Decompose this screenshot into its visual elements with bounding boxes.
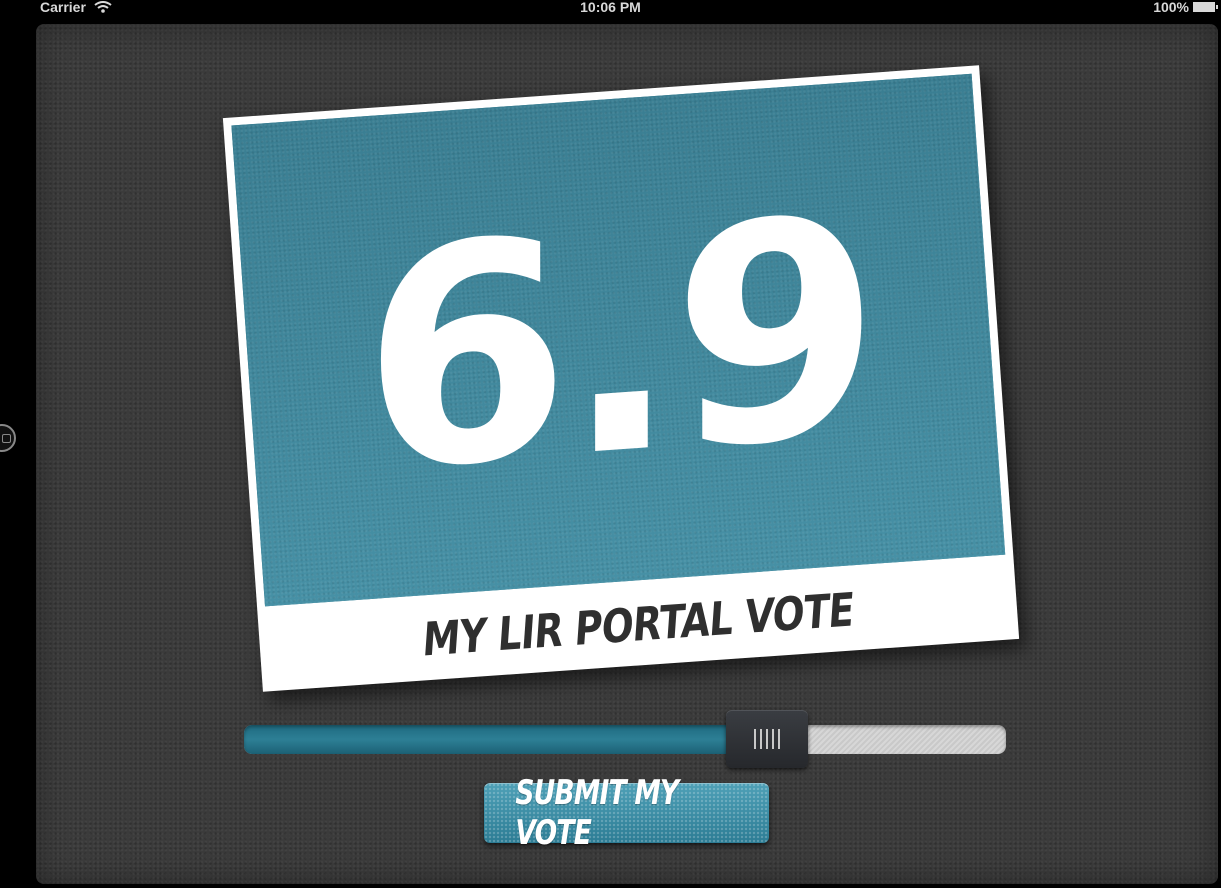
vote-card: 6.9 MY LIR PORTAL VOTE [222, 65, 1020, 692]
grip-line [778, 729, 780, 749]
slider-track[interactable] [244, 725, 1006, 754]
vote-slider[interactable] [244, 710, 1008, 768]
home-button-icon[interactable] [0, 424, 16, 452]
battery-percent: 100% [1153, 0, 1189, 15]
slider-thumb[interactable] [726, 710, 808, 768]
grip-line [766, 729, 768, 749]
status-bar: Carrier 10:06 PM 100% [0, 0, 1221, 22]
grip-line [772, 729, 774, 749]
clock: 10:06 PM [580, 0, 641, 15]
vote-value: 6.9 [362, 152, 875, 539]
ipad-screen: Carrier 10:06 PM 100% 6.9 MY LIR PORTAL … [0, 0, 1221, 888]
grip-line [760, 729, 762, 749]
grip-line [754, 729, 756, 749]
submit-vote-button[interactable]: SUBMIT MY VOTE [484, 773, 769, 853]
status-right: 100% [1153, 0, 1218, 15]
submit-vote-label: SUBMIT MY VOTE [515, 773, 679, 853]
vote-display: 6.9 [231, 73, 1006, 607]
slider-fill [244, 725, 767, 754]
battery-icon [1193, 2, 1218, 12]
